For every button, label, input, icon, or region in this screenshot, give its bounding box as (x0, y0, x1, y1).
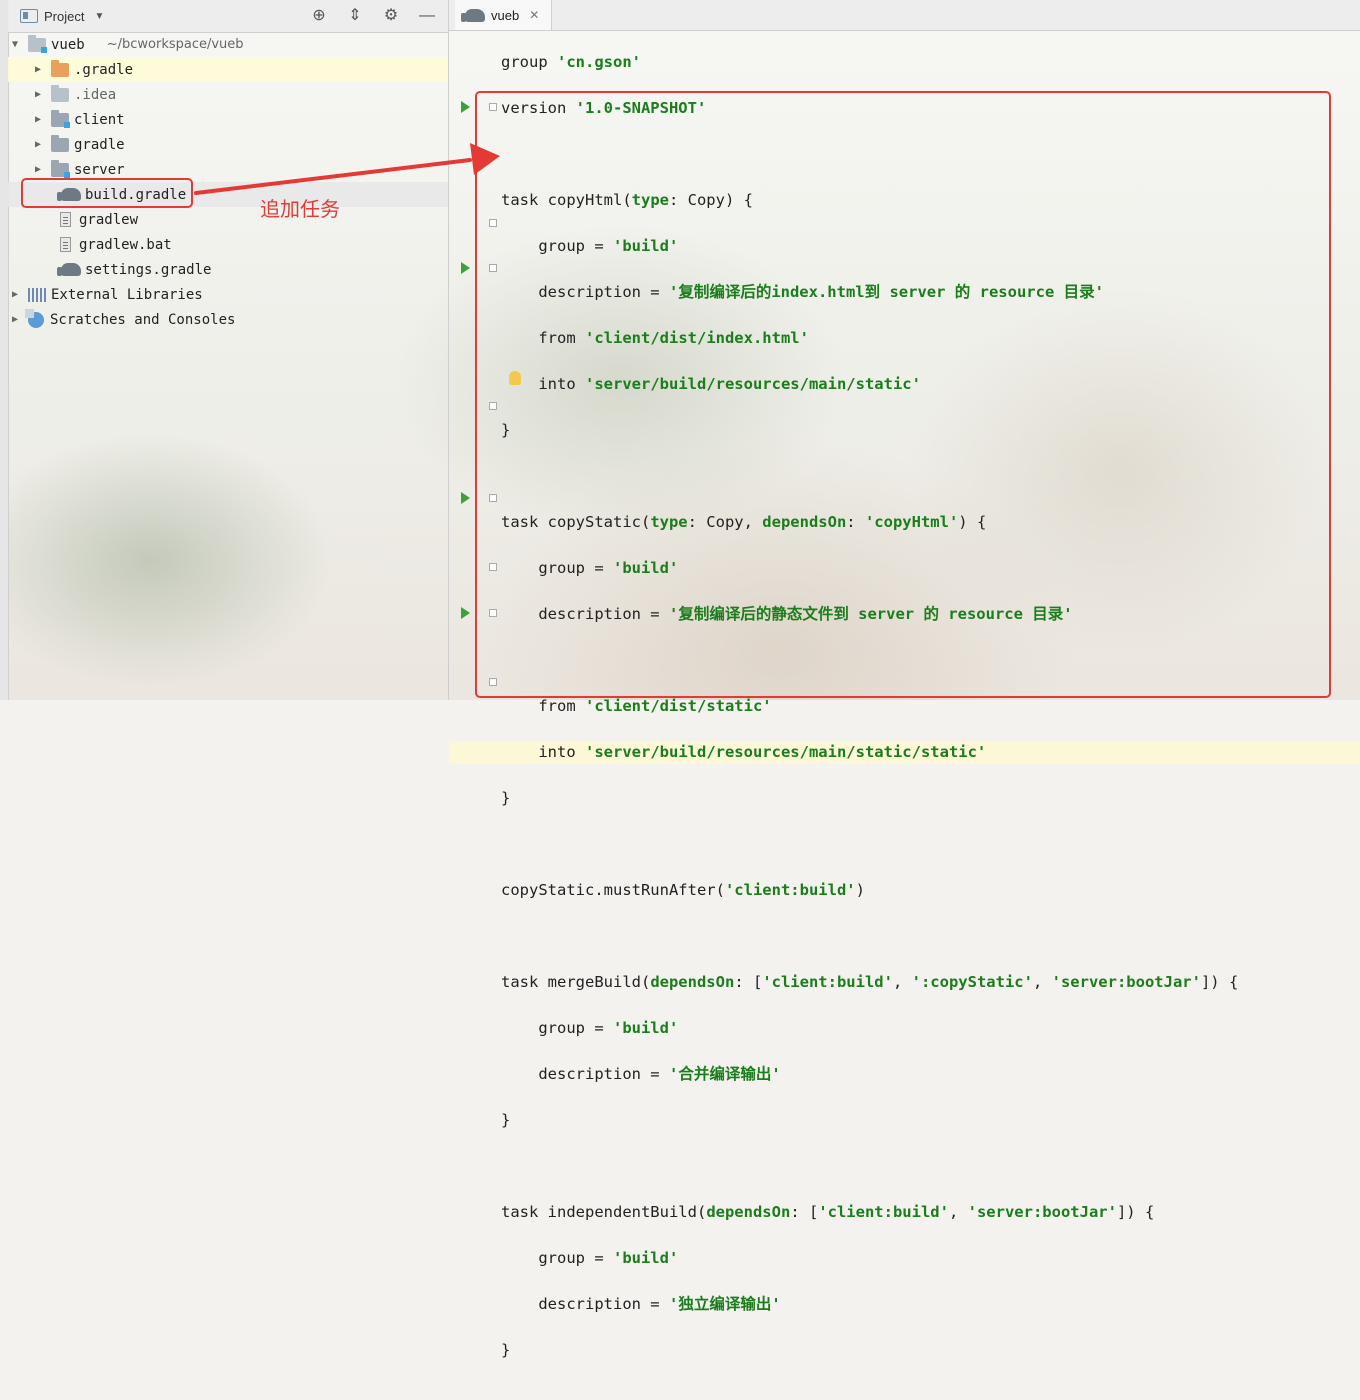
editor-tab-bar: vueb ✕ (449, 0, 1360, 31)
run-gutter-icon[interactable] (461, 101, 470, 113)
module-folder-icon (28, 34, 47, 53)
text-file-icon (60, 237, 71, 252)
run-gutter-icon[interactable] (461, 492, 470, 504)
tree-item-label: vueb (51, 36, 85, 53)
tasks-highlight-box (475, 91, 1331, 698)
tree-item-label: Scratches and Consoles (50, 311, 236, 328)
project-view-icon (20, 9, 38, 23)
tree-item-path: ~/bcworkspace/vueb (106, 37, 244, 52)
text-file-icon (60, 212, 71, 227)
tree-item-label: .idea (74, 86, 117, 103)
tree-item-label: External Libraries (51, 286, 203, 303)
gradle-elephant-icon (57, 263, 81, 276)
code-line-current: into 'server/build/resources/main/static… (449, 741, 1360, 764)
tab-vueb[interactable]: vueb ✕ (455, 0, 552, 30)
folder-icon (51, 84, 69, 102)
code-line: task mergeBuild(dependsOn: ['client:buil… (501, 973, 1239, 991)
tree-item-dot-idea[interactable]: ▶ .idea (8, 82, 448, 107)
collapse-arrow-icon[interactable]: ▶ (33, 64, 43, 75)
code-line: copyStatic.mustRunAfter('client:build') (501, 881, 865, 899)
collapse-all-icon[interactable]: ⇕ (346, 7, 364, 25)
tree-item-label: client (74, 111, 125, 128)
code-line: from 'client/dist/static' (501, 697, 772, 715)
collapse-arrow-icon[interactable]: ▶ (33, 89, 43, 100)
tab-label: vueb (491, 7, 520, 23)
expand-arrow-icon[interactable]: ▼ (10, 39, 20, 50)
tree-item-client[interactable]: ▶ client (8, 107, 448, 132)
module-folder-icon (51, 109, 70, 128)
code-line: description = '独立编译输出' (501, 1295, 781, 1313)
annotation-label: 追加任务 (260, 197, 340, 221)
collapse-arrow-icon[interactable]: ▶ (33, 139, 43, 150)
code-line: group 'cn.gson' (501, 53, 641, 71)
code-line: } (501, 1111, 511, 1129)
tree-item-label: gradlew.bat (79, 236, 172, 253)
code-line: group = 'build' (501, 1249, 679, 1267)
project-panel: Project ▼ ⊕ ⇕ ⚙ — ▼ vueb ~/bcworkspace/v… (8, 0, 448, 700)
run-gutter-icon[interactable] (461, 607, 470, 619)
tree-item-label: gradle (74, 136, 125, 153)
code-line: task independentBuild(dependsOn: ['clien… (501, 1203, 1155, 1221)
tree-item-label: gradlew (79, 211, 139, 228)
tree-item-gradlew-bat[interactable]: gradlew.bat (8, 232, 448, 257)
locate-icon[interactable]: ⊕ (310, 7, 328, 25)
project-panel-title[interactable]: Project (44, 9, 84, 24)
minimize-icon[interactable]: — (418, 7, 436, 25)
gear-icon[interactable]: ⚙ (382, 7, 400, 25)
gradle-elephant-icon (461, 8, 485, 22)
scratches-icon (25, 308, 44, 328)
tree-item-label: settings.gradle (85, 261, 212, 278)
code-line: } (501, 1341, 511, 1359)
chevron-down-icon[interactable]: ▼ (94, 11, 104, 22)
folder-icon (51, 59, 69, 77)
module-folder-icon (51, 159, 70, 178)
build-gradle-highlight-box (21, 178, 193, 208)
code-line: } (501, 789, 511, 807)
tree-item-label: server (74, 161, 125, 178)
collapse-arrow-icon[interactable]: ▶ (10, 289, 20, 300)
tree-item-scratches[interactable]: ▶ Scratches and Consoles (8, 307, 448, 332)
code-line: description = '合并编译输出' (501, 1065, 781, 1083)
project-panel-header: Project ▼ ⊕ ⇕ ⚙ — (8, 0, 448, 33)
collapse-arrow-icon[interactable]: ▶ (33, 164, 43, 175)
collapse-arrow-icon[interactable]: ▶ (33, 114, 43, 125)
tree-item-label: .gradle (74, 61, 134, 78)
collapse-arrow-icon[interactable]: ▶ (10, 314, 20, 325)
close-icon[interactable]: ✕ (529, 8, 539, 22)
code-line: group = 'build' (501, 1019, 679, 1037)
run-gutter-icon[interactable] (461, 262, 470, 274)
libraries-icon (28, 287, 46, 302)
tree-item-gradle[interactable]: ▶ gradle (8, 132, 448, 157)
folder-icon (51, 134, 69, 152)
tree-item-dot-gradle[interactable]: ▶ .gradle (8, 57, 448, 82)
tree-item-external-libraries[interactable]: ▶ External Libraries (8, 282, 448, 307)
tree-item-vueb[interactable]: ▼ vueb ~/bcworkspace/vueb (8, 32, 448, 57)
tree-item-gradlew[interactable]: gradlew (8, 207, 448, 232)
tree-item-settings-gradle[interactable]: settings.gradle (8, 257, 448, 282)
